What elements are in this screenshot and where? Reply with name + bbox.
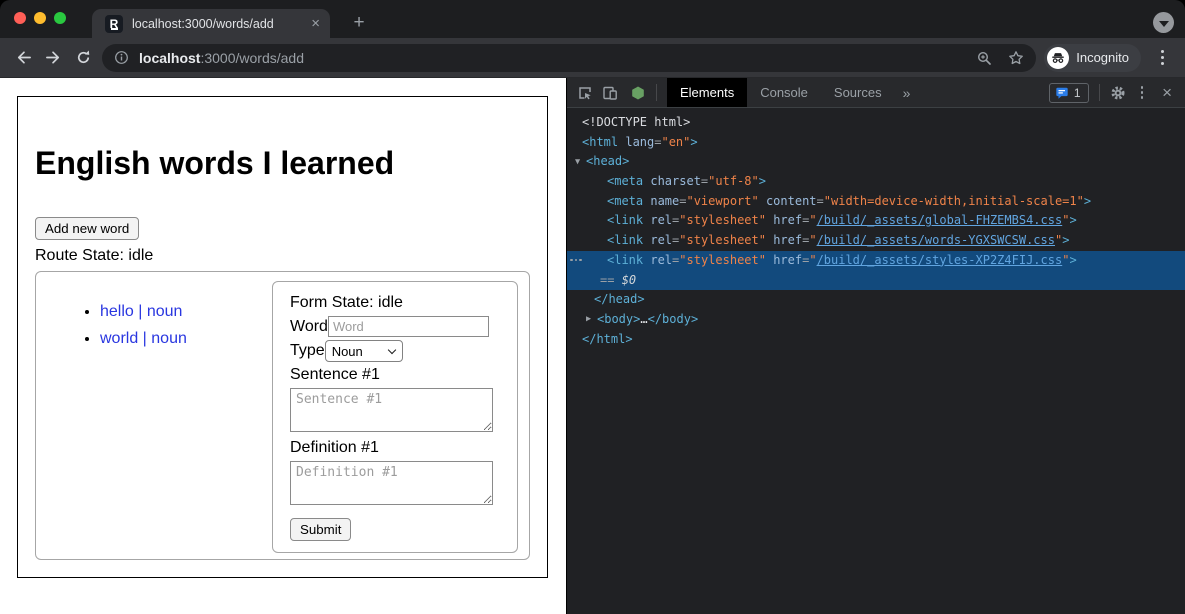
reload-icon: [75, 49, 92, 66]
devtools-code-line[interactable]: <meta charset="utf-8">: [567, 172, 1185, 192]
window-content: English words I learned Add new word Rou…: [0, 78, 1185, 614]
word-link[interactable]: world | noun: [100, 330, 187, 347]
word-label: Word: [290, 318, 328, 336]
toolbar-divider: [1099, 84, 1100, 101]
browser-window: R localhost:3000/words/add × + localhost…: [0, 0, 1185, 614]
type-select-wrap: Noun: [325, 340, 403, 362]
device-toolbar-button[interactable]: [602, 85, 618, 101]
submit-button[interactable]: Submit: [290, 518, 351, 541]
device-toolbar-icon: [602, 85, 618, 101]
back-button[interactable]: [8, 43, 38, 73]
devtools-toolbar-right: 1 ×: [1049, 83, 1185, 103]
devtools-code-line[interactable]: <html lang="en">: [567, 133, 1185, 153]
add-new-word-button[interactable]: Add new word: [35, 217, 139, 240]
browser-toolbar: localhost:3000/words/add Incognito: [0, 38, 1185, 78]
list-item: world | noun: [100, 329, 187, 348]
gear-icon: [1110, 85, 1126, 101]
devtools-code-line[interactable]: <!DOCTYPE html>: [567, 113, 1185, 133]
tab-sources[interactable]: Sources: [821, 78, 895, 107]
incognito-label: Incognito: [1076, 50, 1129, 65]
back-arrow-icon: [15, 49, 32, 66]
form-state-text: Form State: idle: [290, 293, 501, 312]
toolbar-divider: [656, 84, 657, 101]
extension-hexagon-button[interactable]: [630, 85, 646, 101]
inspect-element-button[interactable]: [577, 85, 593, 101]
devtools-code-line[interactable]: <meta name="viewport" content="width=dev…: [567, 192, 1185, 212]
tab-search-button[interactable]: [1153, 12, 1174, 33]
close-window-button[interactable]: [14, 12, 26, 24]
page-title: English words I learned: [35, 145, 530, 182]
word-list: hello | noun world | noun: [60, 302, 187, 356]
node-options-dots-icon[interactable]: [570, 259, 582, 262]
devtools-menu-button[interactable]: [1135, 86, 1150, 99]
add-word-form: Form State: idle Word Type Noun: [272, 281, 518, 553]
tab-console[interactable]: Console: [747, 78, 821, 107]
type-label: Type: [290, 342, 325, 360]
definition-textarea[interactable]: [290, 461, 493, 505]
chevron-down-icon: [1159, 21, 1169, 27]
tab-elements[interactable]: Elements: [667, 78, 747, 107]
sentence-label: Sentence #1: [290, 365, 501, 384]
issues-counter-button[interactable]: 1: [1049, 83, 1089, 103]
devtools-code-line[interactable]: </html>: [567, 330, 1185, 350]
devtools-toolbar: Elements Console Sources » 1 ×: [567, 78, 1185, 108]
app-container: English words I learned Add new word Rou…: [17, 96, 548, 578]
route-state-text: Route State: idle: [35, 246, 530, 265]
bookmark-star-icon[interactable]: [1008, 50, 1024, 66]
incognito-badge: Incognito: [1044, 44, 1141, 72]
devtools-settings-button[interactable]: [1110, 85, 1126, 101]
collapse-arrow-icon[interactable]: ▼: [575, 153, 586, 173]
word-link[interactable]: hello | noun: [100, 303, 182, 320]
forward-arrow-icon: [45, 49, 62, 66]
zoom-icon[interactable]: [976, 50, 992, 66]
devtools-code-line[interactable]: <link rel="stylesheet" href="/build/_ass…: [567, 231, 1185, 251]
word-input[interactable]: [328, 316, 489, 337]
green-hexagon-icon: [630, 85, 646, 101]
site-info-icon[interactable]: [114, 50, 129, 65]
devtools-panel: Elements Console Sources » 1 ×: [566, 78, 1185, 614]
minimize-window-button[interactable]: [34, 12, 46, 24]
traffic-lights: [14, 12, 66, 24]
sentence-textarea[interactable]: [290, 388, 493, 432]
new-tab-button[interactable]: +: [346, 10, 372, 36]
definition-label: Definition #1: [290, 438, 501, 457]
incognito-icon: [1047, 47, 1069, 69]
devtools-code-line[interactable]: <link rel="stylesheet" href="/build/_ass…: [567, 251, 1185, 271]
type-select[interactable]: Noun: [325, 340, 403, 362]
browser-menu-button[interactable]: [1149, 50, 1175, 65]
address-bar[interactable]: localhost:3000/words/add: [102, 44, 1036, 72]
web-page: English words I learned Add new word Rou…: [0, 78, 566, 614]
reload-button[interactable]: [68, 43, 98, 73]
tab-close-icon[interactable]: ×: [311, 16, 320, 31]
more-tabs-button[interactable]: »: [895, 85, 919, 101]
devtools-code-line[interactable]: ▶<body>…</body>: [567, 310, 1185, 330]
devtools-code-line[interactable]: ▼<head>: [567, 152, 1185, 172]
devtools-code: <!DOCTYPE html><html lang="en">▼<head><m…: [567, 108, 1185, 349]
tab-title: localhost:3000/words/add: [132, 17, 305, 31]
devtools-code-line[interactable]: == $0: [567, 271, 1185, 291]
inspect-cursor-icon: [577, 85, 593, 101]
titlebar: R localhost:3000/words/add × +: [0, 0, 1185, 38]
zoom-window-button[interactable]: [54, 12, 66, 24]
remix-favicon-icon: R: [105, 15, 123, 33]
forward-button[interactable]: [38, 43, 68, 73]
devtools-code-line[interactable]: </head>: [567, 290, 1185, 310]
words-panel: hello | noun world | noun Form State: id…: [35, 271, 530, 560]
list-item: hello | noun: [100, 302, 187, 321]
devtools-tab-bar: Elements Console Sources »: [667, 78, 918, 107]
browser-tab[interactable]: R localhost:3000/words/add ×: [92, 9, 330, 38]
expand-arrow-icon[interactable]: ▶: [586, 310, 597, 330]
issues-count: 1: [1074, 86, 1081, 100]
devtools-close-button[interactable]: ×: [1158, 84, 1176, 101]
url-text[interactable]: localhost:3000/words/add: [139, 50, 976, 66]
issues-bubble-icon: [1055, 86, 1069, 100]
devtools-code-line[interactable]: <link rel="stylesheet" href="/build/_ass…: [567, 211, 1185, 231]
